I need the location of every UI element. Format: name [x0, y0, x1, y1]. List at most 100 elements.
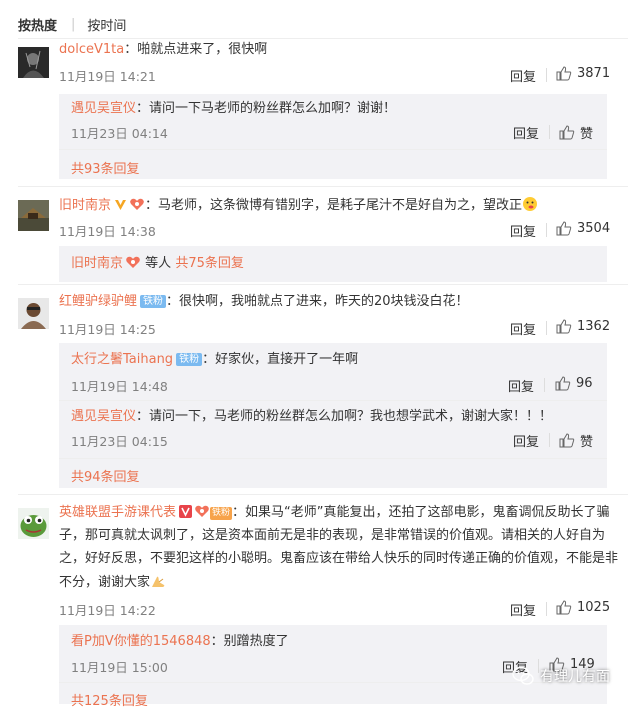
divider — [544, 378, 545, 392]
verified-v-icon — [179, 505, 193, 518]
reply-time: 11月23日 04:15 — [71, 434, 168, 449]
reply-line: 遇见吴宣仪：请问一下马老师的粉丝群怎么加啊？谢谢！ — [71, 99, 396, 119]
comment-time: 11月19日 14:38 — [59, 224, 156, 239]
thumbs-up-icon — [556, 221, 572, 236]
pray-hands-icon — [152, 576, 165, 587]
replier-name[interactable]: 遇见吴宣仪 — [71, 409, 136, 424]
comment-text: ：很快啊，我啪就点了进来，昨天的20块钱没白花！ — [166, 294, 469, 309]
more-replies-link[interactable]: 共75条回复 — [175, 256, 244, 271]
commenter-name[interactable]: 英雄联盟手游课代表 — [59, 505, 176, 520]
commenter-name[interactable]: dolceV1ta — [59, 42, 124, 57]
comment-time: 11月19日 14:22 — [59, 603, 156, 618]
more-replies-link[interactable]: 共125条回复 — [71, 690, 148, 709]
divider — [18, 494, 628, 495]
thumbs-up-icon — [559, 433, 575, 448]
avatar[interactable] — [18, 200, 49, 231]
emoji-icon — [523, 197, 538, 211]
sort-divider: | — [71, 16, 76, 32]
replier-name[interactable]: 太行之鬐Taihang — [71, 352, 173, 367]
reply-text: ：请问一下，马老师的粉丝群怎么加啊？我也想学武术，谢谢大家！！！ — [136, 409, 553, 424]
reply-text: ：别蹭热度了 — [210, 634, 289, 649]
fan-badge: 铁粉 — [210, 507, 233, 520]
more-replies-link[interactable]: 共94条回复 — [71, 466, 140, 485]
divider — [546, 602, 547, 616]
divider — [546, 223, 547, 237]
reply-line: 遇见吴宣仪：请问一下，马老师的粉丝群怎么加啊？我也想学武术，谢谢大家！！！ — [71, 407, 552, 427]
sort-by-time-tab[interactable]: 按时间 — [87, 15, 126, 34]
collapsed-reply-line: 旧时南京 等人 共75条回复 — [71, 254, 244, 274]
comment-text-line: 之，好好反思，不要犯这样的小聪明。鬼畜应该在带给人快乐的同时传递正确的价值观，不… — [59, 551, 619, 566]
reply-text: ：请问一下马老师的粉丝群怎么加啊？谢谢！ — [136, 101, 397, 116]
thumbs-up-icon — [555, 376, 571, 391]
more-replies-link[interactable]: 共93条回复 — [71, 158, 140, 177]
comment-time: 11月19日 14:21 — [59, 69, 156, 84]
divider — [549, 125, 550, 139]
comment-line: dolceV1ta：啪就点进来了，很快啊 — [59, 40, 267, 60]
comment-text: 不分，谢谢大家 — [59, 575, 151, 590]
like-count: 1025 — [577, 600, 611, 615]
reply-time: 11月19日 14:48 — [71, 379, 168, 394]
thumbs-up-icon — [559, 125, 575, 140]
like-button[interactable]: 赞 — [559, 431, 593, 450]
reply-button[interactable]: 回复 — [510, 600, 536, 619]
replier-name[interactable]: 遇见吴宣仪 — [71, 101, 136, 116]
divider — [18, 38, 628, 39]
divider — [59, 458, 607, 459]
reply-button[interactable]: 回复 — [513, 431, 539, 450]
reply-text: ：好家伙，直接开了一年啊 — [202, 352, 359, 367]
watermark-text: 有理儿有面 — [540, 669, 610, 685]
comment-text: ：啪就点进来了，很快啊 — [124, 42, 268, 57]
comment-line: 红鲤驴绿驴鲤 铁粉 ：很快啊，我啪就点了进来，昨天的20块钱没白花！ — [59, 292, 469, 312]
reply-button[interactable]: 回复 — [510, 319, 536, 338]
reply-time: 11月19日 15:00 — [71, 660, 168, 675]
like-count: 3871 — [577, 66, 611, 81]
comment-text-line-last: 不分，谢谢大家 — [59, 573, 166, 593]
divider — [549, 433, 550, 447]
divider — [18, 284, 628, 285]
comment-line: 旧时南京 ：马老师，这条微博有错别字，是耗子尾汁不是好自为之，望改正 — [59, 196, 538, 216]
divider — [59, 149, 607, 150]
avatar[interactable] — [18, 298, 49, 329]
like-button[interactable]: 赞 — [559, 123, 593, 142]
reply-time: 11月23日 04:14 — [71, 126, 168, 141]
watermark: 有理儿有面 — [512, 666, 610, 686]
member-heart-icon — [126, 256, 140, 268]
replier-name[interactable]: 看P加V你懂的1546848 — [71, 634, 211, 649]
reply-button[interactable]: 回复 — [510, 66, 536, 85]
reply-button[interactable]: 回复 — [508, 376, 534, 395]
like-button[interactable]: 3871 — [556, 66, 610, 81]
comment-text-line: 子，那可真就太讽刺了，这是资本面前无是非的表现，是非常错误的价值观。请相关的人好… — [59, 528, 606, 543]
member-heart-icon — [195, 505, 209, 517]
like-button[interactable]: 3504 — [556, 221, 610, 236]
like-count: 1362 — [577, 319, 611, 334]
commenter-name[interactable]: 红鲤驴绿驴鲤 — [59, 294, 137, 309]
reply-button[interactable]: 回复 — [510, 221, 536, 240]
verified-v-icon — [115, 200, 127, 210]
like-button[interactable]: 96 — [555, 376, 593, 391]
thumbs-up-icon — [556, 319, 572, 334]
divider — [546, 321, 547, 335]
reply-line: 看P加V你懂的1546848：别蹭热度了 — [71, 632, 289, 652]
avatar[interactable] — [18, 508, 49, 539]
commenter-name[interactable]: 旧时南京 — [59, 198, 111, 213]
member-heart-icon — [130, 198, 144, 210]
comment-text: ：如果马“老师”真能复出，还拍了这部电影，鬼畜调侃反助长了骗 — [232, 505, 610, 520]
fan-badge: 铁粉 — [140, 295, 167, 308]
wechat-logo-icon — [512, 666, 534, 685]
reply-button[interactable]: 回复 — [513, 123, 539, 142]
like-button[interactable]: 1362 — [556, 319, 610, 334]
divider — [18, 186, 628, 187]
comment-time: 11月19日 14:25 — [59, 322, 156, 337]
thumbs-up-icon — [556, 600, 572, 615]
like-label: 赞 — [580, 435, 594, 450]
like-count: 3504 — [577, 221, 611, 236]
divider — [59, 400, 607, 401]
sort-bar: 按热度 | 按时间 — [18, 14, 126, 34]
comment-text: ：马老师，这条微博有错别字，是耗子尾汁不是好自为之，望改正 — [145, 198, 523, 213]
reply-line: 太行之鬐Taihang 铁粉 ：好家伙，直接开了一年啊 — [71, 350, 358, 370]
avatar[interactable] — [18, 47, 49, 78]
divider — [546, 68, 547, 82]
replier-name[interactable]: 旧时南京 — [71, 256, 123, 271]
like-button[interactable]: 1025 — [556, 600, 610, 615]
sort-by-hot-tab[interactable]: 按热度 — [18, 15, 57, 34]
